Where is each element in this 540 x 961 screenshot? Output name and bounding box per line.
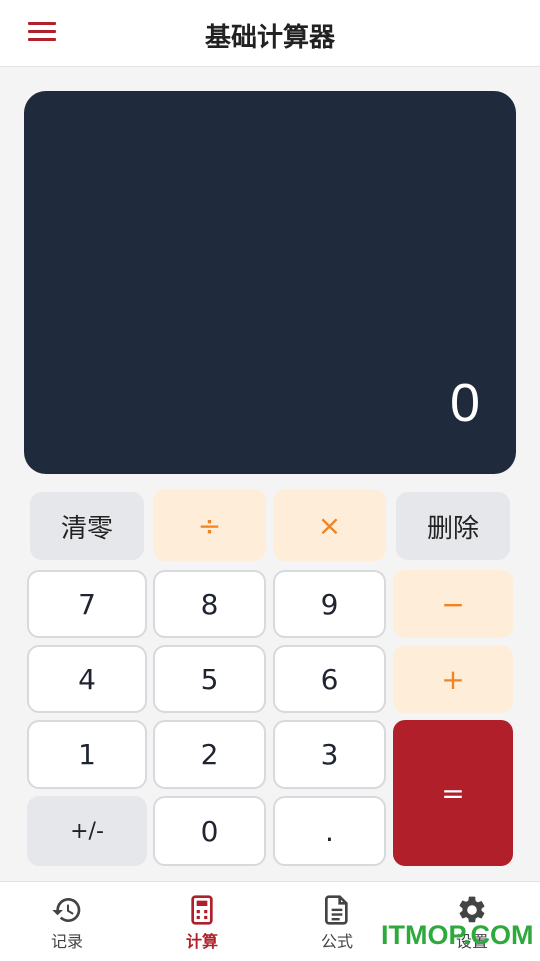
digit-5-button[interactable]: 5 — [153, 645, 266, 713]
page-title: 基础计算器 — [204, 23, 335, 53]
digit-1-button[interactable]: 1 — [27, 720, 147, 789]
calculator-display: 0 — [24, 91, 516, 474]
digit-7-button[interactable]: 7 — [27, 570, 147, 638]
plus-button[interactable]: + — [393, 645, 513, 713]
display-value: 0 — [449, 373, 480, 433]
decimal-button[interactable]: . — [273, 796, 386, 866]
minus-button[interactable]: − — [393, 570, 513, 638]
negate-button[interactable]: +/- — [27, 796, 147, 866]
digit-4-button[interactable]: 4 — [27, 645, 147, 713]
watermark-text: ITMOP.COM — [381, 920, 534, 950]
digit-6-button[interactable]: 6 — [273, 645, 386, 713]
document-icon — [325, 895, 348, 925]
digit-8-button[interactable]: 8 — [153, 570, 266, 638]
digit-3-button[interactable]: 3 — [273, 720, 386, 789]
calculator-icon — [191, 895, 213, 925]
tab-history[interactable]: 记录 — [27, 894, 107, 952]
divide-button[interactable]: ÷ — [153, 489, 266, 561]
tab-formula[interactable]: 公式 — [297, 894, 377, 952]
app-bar: 基础计算器 — [0, 0, 540, 67]
multiply-button[interactable]: × — [273, 489, 386, 561]
digit-2-button[interactable]: 2 — [153, 720, 266, 789]
digit-0-button[interactable]: 0 — [153, 796, 266, 866]
equals-button[interactable]: = — [393, 720, 513, 866]
tab-calculator[interactable]: 计算 — [162, 894, 242, 952]
delete-button[interactable]: 删除 — [396, 492, 510, 560]
tab-formula-label: 公式 — [320, 932, 353, 951]
tab-calculator-label: 计算 — [185, 932, 218, 951]
history-icon — [52, 898, 81, 922]
clear-button[interactable]: 清零 — [30, 492, 144, 560]
digit-9-button[interactable]: 9 — [273, 570, 386, 638]
tab-history-label: 记录 — [50, 932, 83, 951]
